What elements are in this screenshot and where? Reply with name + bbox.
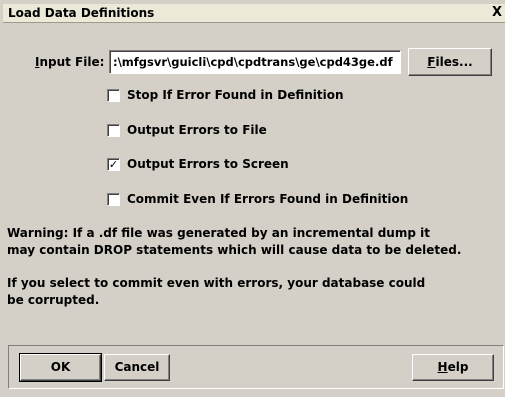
help-button-mnemonic: H [437, 360, 448, 374]
commit-even-if-errors-label[interactable]: Commit Even If Errors Found in Definitio… [127, 192, 408, 206]
commit-note-line-1: If you select to commit even with errors… [7, 276, 426, 290]
warning-line-2: may contain DROP statements which will c… [7, 243, 462, 257]
stop-if-error-label[interactable]: Stop If Error Found in Definition [127, 88, 344, 102]
title-bar: Load Data Definitions X [3, 4, 505, 23]
help-button-label: elp [447, 360, 469, 374]
checkmark-icon: ✓ [108, 158, 119, 171]
warning-line-1: Warning: If a .df file was generated by … [7, 226, 430, 240]
commit-note-text: If you select to commit even with errors… [7, 275, 425, 309]
files-button-mnemonic: F [427, 55, 436, 69]
input-file-field[interactable]: :\mfgsvr\guicli\cpd\cpdtrans\ge\cpd43ge.… [109, 50, 401, 74]
input-file-label-text: nput File: [39, 55, 105, 69]
load-data-definitions-dialog: Load Data Definitions X Input File: :\mf… [0, 0, 505, 397]
output-errors-file-checkbox[interactable] [107, 124, 120, 137]
files-button-label: iles... [435, 55, 473, 69]
files-button[interactable]: Files... [408, 48, 492, 76]
dialog-title: Load Data Definitions [8, 6, 155, 20]
output-errors-screen-label[interactable]: Output Errors to Screen [127, 157, 289, 171]
ok-button[interactable]: OK [19, 353, 102, 382]
close-icon[interactable]: X [489, 5, 505, 21]
warning-text: Warning: If a .df file was generated by … [7, 225, 461, 259]
help-button[interactable]: Help [412, 354, 494, 381]
output-errors-screen-checkbox[interactable]: ✓ [107, 158, 120, 171]
output-errors-file-label[interactable]: Output Errors to File [127, 123, 267, 137]
commit-even-if-errors-checkbox[interactable] [107, 193, 120, 206]
input-file-label: Input File: [35, 55, 104, 69]
cancel-button[interactable]: Cancel [104, 354, 170, 381]
commit-note-line-2: be corrupted. [7, 293, 100, 307]
stop-if-error-checkbox[interactable] [107, 89, 120, 102]
